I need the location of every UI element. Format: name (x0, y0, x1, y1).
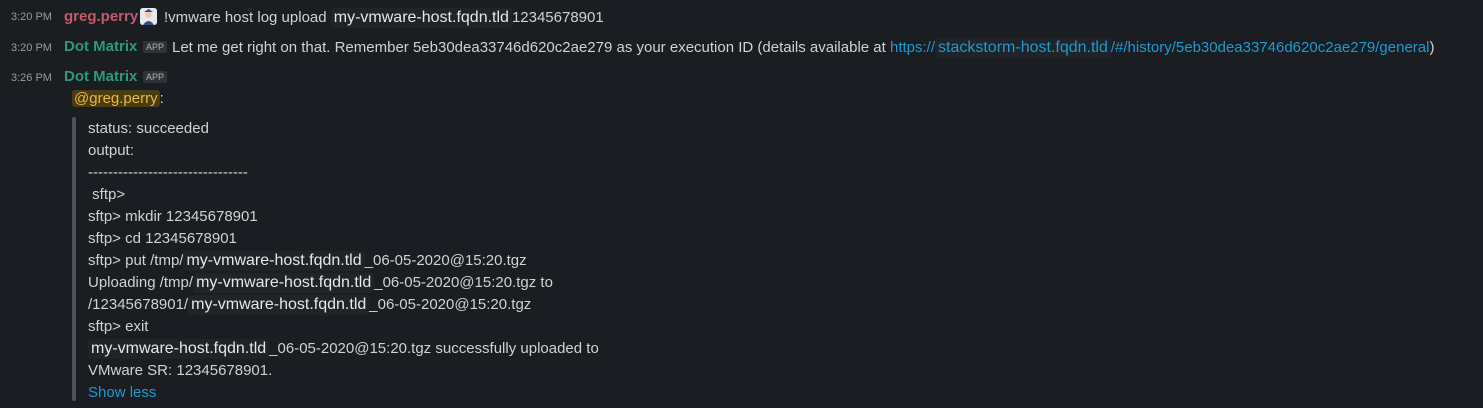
redacted-hostname: my-vmware-host.fqdn.tld (188, 295, 370, 315)
redacted-hostname: my-vmware-host.fqdn.tld (193, 273, 375, 293)
output-exit: sftp> exit (88, 318, 149, 335)
output-mkdir: sftp> mkdir 12345678901 (88, 208, 258, 225)
redacted-hostname: my-vmware-host.fqdn.tld (330, 8, 512, 28)
output-status: status: succeeded (88, 120, 209, 137)
output-label: output: (88, 142, 134, 159)
sender-name-bot[interactable]: Dot Matrix (64, 38, 137, 55)
output-destination: /12345678901/my-vmware-host.fqdn.tld _06-… (88, 295, 532, 315)
user-mention[interactable]: @greg.perry (72, 90, 160, 107)
output-sftp-prompt: sftp> (88, 186, 126, 203)
sender-name-bot[interactable]: Dot Matrix (64, 68, 137, 85)
output-uploading: Uploading /tmp/my-vmware-host.fqdn.tld _0… (88, 273, 553, 293)
quote-bar (72, 117, 76, 401)
redacted-hostname: my-vmware-host.fqdn.tld (88, 339, 270, 359)
output-divider: -------------------------------- (88, 164, 248, 181)
user-avatar-icon[interactable] (140, 8, 157, 25)
message-text: ) (1429, 39, 1435, 56)
output-put: sftp> put /tmp/my-vmware-host.fqdn.tld _0… (88, 251, 527, 271)
message-timestamp[interactable]: 3:26 PM (11, 72, 52, 84)
redacted-hostname: my-vmware-host.fqdn.tld (183, 251, 365, 271)
message-timestamp[interactable]: 3:20 PM (11, 11, 52, 23)
message-text-sr: 12345678901 (511, 9, 604, 26)
app-badge: APP (143, 41, 168, 53)
sender-name-greg[interactable]: greg.perry (64, 8, 138, 25)
message-body: !vmware host log upload my-vmware-host.f… (164, 8, 604, 28)
message-text: !vmware host log upload (164, 9, 327, 26)
message-body: Let me get right on that. Remember 5eb30… (172, 38, 1434, 58)
message-timestamp[interactable]: 3:20 PM (11, 42, 52, 54)
message-text: Let me get right on that. Remember 5eb30… (172, 39, 890, 56)
history-link[interactable]: https://stackstorm-host.fqdn.tld/#/histo… (890, 38, 1429, 58)
output-sr: VMware SR: 12345678901. (88, 362, 273, 379)
redacted-hostname: stackstorm-host.fqdn.tld (935, 38, 1111, 58)
app-badge: APP (143, 71, 168, 83)
mention-line: @greg.perry: (72, 90, 164, 107)
show-less-link[interactable]: Show less (88, 382, 156, 404)
output-cd: sftp> cd 12345678901 (88, 230, 237, 247)
output-success: my-vmware-host.fqdn.tld _06-05-2020@15:20… (88, 338, 599, 360)
